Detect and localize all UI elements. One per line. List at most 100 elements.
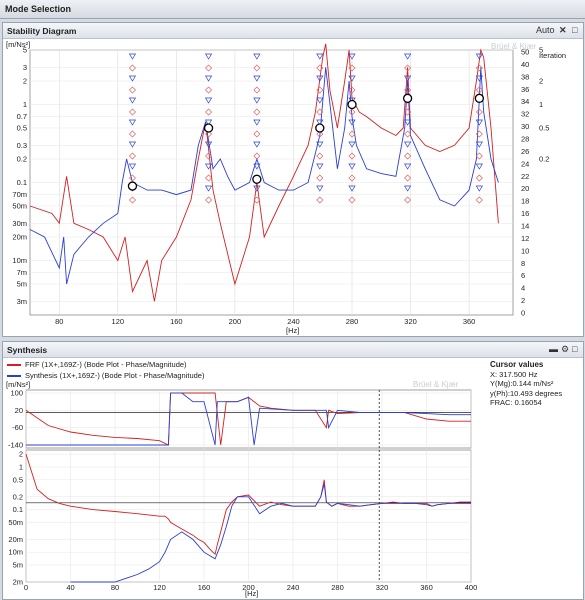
stability-right-magnitude-tick: 1	[539, 100, 543, 109]
synthesis-mag-tick: 10m	[8, 548, 23, 557]
synthesis-x-tick: 40	[66, 583, 74, 592]
stability-iteration-tick: 6	[521, 271, 525, 280]
stability-y-tick: 1	[23, 100, 27, 109]
synthesis-mag-tick: 50m	[8, 518, 23, 527]
synthesis-mag-tick: 0.1	[13, 505, 23, 514]
synthesis-mag-tick: 0.5	[13, 475, 23, 484]
settings-icon[interactable]: ⚙	[561, 344, 569, 355]
stability-y-tick: 0.1	[17, 178, 27, 187]
stability-y-tick: 5m	[17, 279, 27, 288]
stability-iteration-tick: 34	[521, 97, 529, 106]
stability-chart[interactable]: 80 120 160 200 240 280 320 3605210.50.20.150m20…	[12, 43, 550, 326]
legend-swatch-synthesis	[7, 375, 21, 377]
stability-selected-mode-circle	[252, 174, 262, 184]
stability-iteration-tick: 16	[521, 209, 529, 218]
stability-selected-mode-circle	[127, 181, 138, 191]
stability-iteration-tick: 10	[521, 246, 529, 255]
stability-iteration-tick: 30	[521, 122, 529, 131]
stability-y-tick: 0.5	[17, 123, 27, 132]
stability-x-tick: 320	[404, 317, 417, 326]
stability-iteration-tick: 20	[521, 184, 529, 193]
synthesis-phase-tick: -60	[12, 423, 23, 432]
stability-iteration-tick: 22	[521, 172, 529, 181]
legend-swatch-frf	[7, 364, 21, 366]
stability-iteration-tick: 32	[521, 110, 529, 119]
synthesis-phase-tick: -140	[8, 441, 23, 450]
stability-y-tick: 70m	[12, 190, 27, 199]
stability-iteration-tick: 28	[521, 135, 529, 144]
stability-iteration-tick: 18	[521, 197, 529, 206]
stability-x-tick: 200	[229, 317, 242, 326]
synthesis-x-tick: 160	[198, 583, 211, 592]
stability-iteration-tick: 36	[521, 85, 529, 94]
synthesis-x-tick: 240	[287, 583, 300, 592]
stability-y-tick: 20m	[12, 233, 27, 242]
synthesis-mag-tick: 1	[19, 462, 23, 471]
stability-right-magnitude-tick: 0.5	[539, 123, 549, 132]
stability-right-magnitude-tick: 5	[539, 46, 543, 55]
stability-right-magnitude-tick: 2	[539, 77, 543, 86]
synthesis-mag-tick: 2	[19, 450, 23, 459]
synthesis-x-tick: 200	[242, 583, 255, 592]
synthesis-watermark: Brüel & Kjær	[413, 380, 459, 389]
synthesis-x-tick: 120	[153, 583, 166, 592]
stability-selected-mode-circle	[402, 93, 413, 103]
stability-iteration-tick: 2	[521, 296, 525, 305]
cursor-x: X: 317.500 Hz	[490, 369, 538, 379]
synthesis-mag-tick: 0.2	[13, 492, 23, 501]
synthesis-title: Synthesis	[7, 345, 48, 355]
stability-iteration-tick: 14	[521, 222, 529, 231]
synthesis-mag-tick: 5m	[13, 561, 23, 570]
stability-selected-mode-circle	[203, 123, 214, 133]
close-icon[interactable]: ✕	[559, 25, 567, 36]
cursor-y-mg: Y(Mg):0.144 m/Ns²	[490, 379, 554, 388]
maximize-icon[interactable]: □	[572, 344, 577, 354]
stability-right-magnitude-tick: 0.2	[539, 155, 549, 164]
stability-y-tick: 3m	[17, 297, 27, 306]
stability-iteration-tick: 4	[521, 284, 525, 293]
synthesis-header: Synthesis ▬ ⚙ □	[3, 342, 583, 358]
maximize-icon[interactable]: □	[572, 25, 577, 35]
window-titlebar: Mode Selection	[0, 0, 585, 19]
stability-iteration-tick: 26	[521, 147, 529, 156]
stability-y-tick: 50m	[12, 201, 27, 210]
synthesis-mag-tick: 20m	[8, 535, 23, 544]
synthesis-x-tick: 80	[111, 583, 119, 592]
window-title: Mode Selection	[5, 4, 72, 14]
synthesis-x-tick: 320	[376, 583, 389, 592]
synthesis-phase-tick: 100	[10, 389, 23, 398]
save-icon[interactable]: ▬	[549, 344, 558, 354]
stability-x-tick: 360	[463, 317, 476, 326]
stability-x-tick: 120	[112, 317, 125, 326]
stability-iteration-tick: 8	[521, 259, 525, 268]
stability-y-tick: 30m	[12, 219, 27, 228]
stability-x-tick: 280	[346, 317, 359, 326]
stability-y-tick: 0.2	[17, 155, 27, 164]
stability-iteration-tick: 0	[521, 309, 525, 318]
stability-x-tick: 80	[55, 317, 63, 326]
stability-x-unit: [Hz]	[286, 326, 300, 335]
cursor-values-box: Cursor values X: 317.500 Hz Y(Mg):0.144 …	[490, 360, 582, 408]
cursor-frac: FRAC: 0.16054	[490, 398, 542, 407]
stability-selected-mode-circle	[347, 99, 357, 110]
synthesis-x-tick: 360	[420, 583, 433, 592]
auto-button[interactable]: Auto	[536, 25, 555, 35]
synthesis-chart[interactable]: 0 40 80 120 160 200 240 280 320 360 400 100 20 -60 -14…	[8, 389, 477, 593]
stability-iteration-tick: 40	[521, 60, 529, 69]
stability-iteration-tick: 12	[521, 234, 529, 243]
legend-label-frf: FRF (1X+,169Z-) (Bode Plot - Phase/Magni…	[25, 360, 187, 369]
cursor-values-title: Cursor values	[490, 360, 544, 369]
stability-y-tick: 10m	[12, 256, 27, 265]
synthesis-phase-tick: 20	[15, 406, 23, 415]
stability-y-tick: 2	[23, 77, 27, 86]
cursor-y-ph: y(Ph):10.493 degrees	[490, 388, 563, 398]
stability-iteration-tick: 24	[521, 159, 529, 168]
stability-iteration-tick: 38	[521, 72, 529, 81]
stability-selected-mode-circle	[315, 123, 325, 133]
stability-y-tick: 0.7	[17, 112, 27, 121]
synthesis-mag-tick: 2m	[13, 578, 23, 587]
stability-selected-mode-circle	[474, 93, 484, 103]
stability-iteration-tick: 50	[521, 48, 529, 57]
stability-x-tick: 160	[170, 317, 183, 326]
stability-header: Stability Diagram Auto ✕ □	[3, 23, 583, 39]
